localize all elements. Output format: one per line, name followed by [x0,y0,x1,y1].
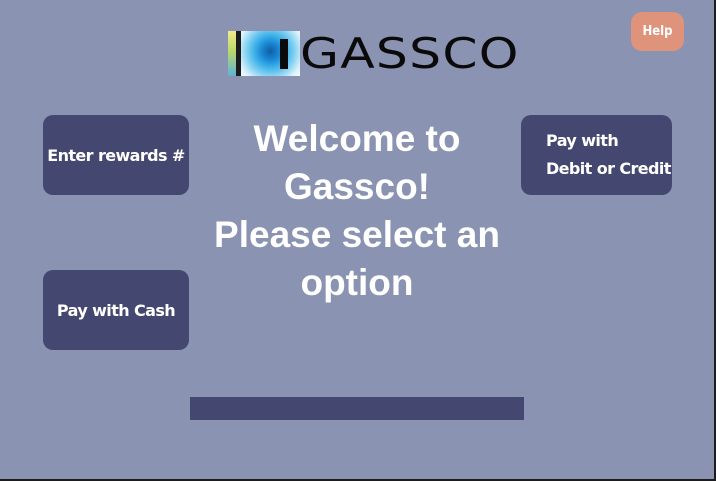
gassco-logo-mark-icon [228,31,300,76]
welcome-line4: option [300,262,414,303]
welcome-line2: Gassco! [283,166,430,207]
logo-stripe [228,31,236,76]
pay-with-card-button[interactable]: Pay with Debit or Credit [521,115,672,195]
pay-with-cash-button[interactable]: Pay with Cash [43,270,189,350]
status-bar [190,397,524,420]
welcome-message: Welcome to Gassco! Please select an opti… [190,115,524,307]
pump-screen: GASSCO Help Enter rewards # Pay with Cas… [0,0,716,481]
welcome-line3: Please select an [214,214,500,255]
welcome-line1: Welcome to [253,118,461,159]
gassco-logo: GASSCO [228,31,518,76]
logo-notch [280,39,288,69]
card-button-label-line2: Debit or Credit [546,159,671,178]
logo-swirl [241,31,300,76]
help-button[interactable]: Help [631,12,684,51]
logo-text: GASSCO [300,29,520,78]
enter-rewards-button[interactable]: Enter rewards # [43,115,189,195]
card-button-label-line1: Pay with [546,131,619,150]
